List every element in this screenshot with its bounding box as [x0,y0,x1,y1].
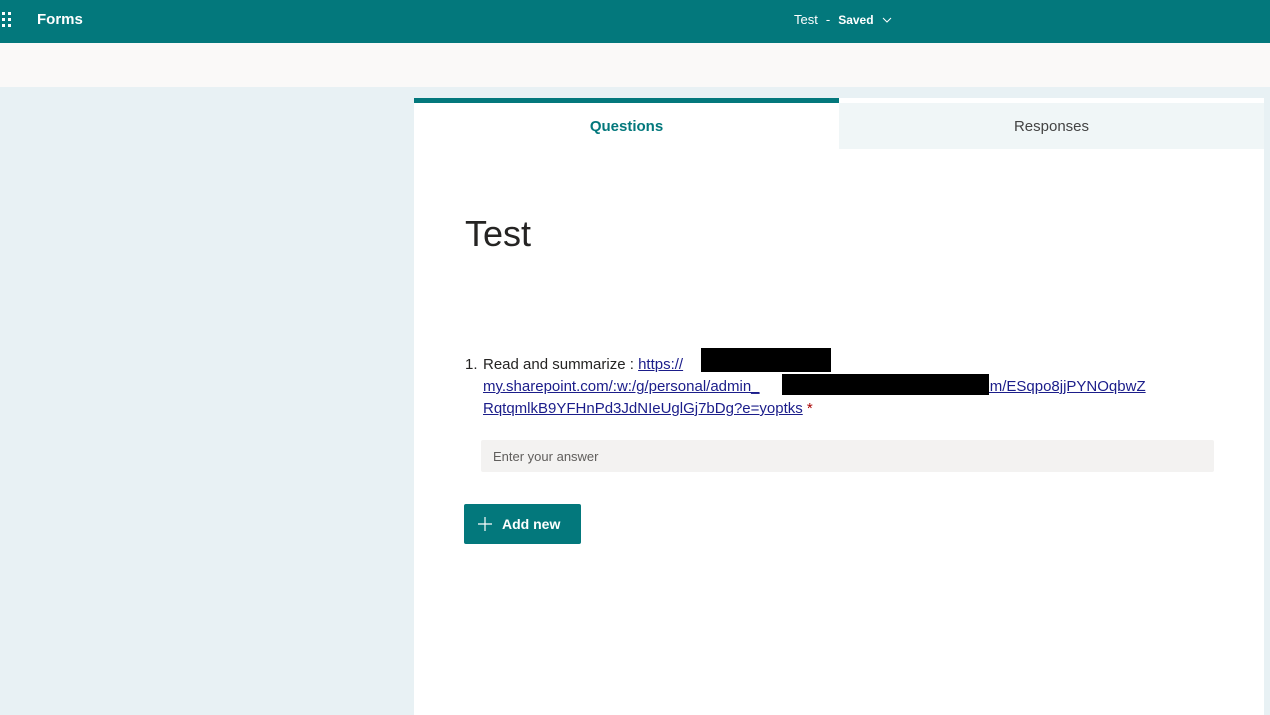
redaction-box [701,348,831,372]
add-new-label: Add new [502,516,561,532]
plus-icon [478,517,492,531]
question-prompt: Read and summarize : [483,356,639,373]
question-link-part2[interactable]: my.sharepoint.com/:w:/g/personal/admin_ [483,378,760,395]
question-number: 1. [465,356,478,373]
save-status: Saved [838,12,874,27]
waffle-icon[interactable] [2,12,14,28]
form-name: Test [794,12,818,27]
question-link-part1[interactable]: https:// [638,356,683,373]
question-link-part2-end[interactable]: _com/ESqpo8jjPYNOqbwZ [966,378,1146,395]
required-marker: * [806,400,813,417]
app-name[interactable]: Forms [37,11,83,28]
redaction-box [782,374,989,395]
form-card: Questions Responses Test 1. Read and sum… [414,98,1264,715]
add-new-button[interactable]: Add new [464,504,581,544]
chevron-down-icon [882,17,891,23]
question-link-part3[interactable]: RqtqmlkB9YFHnPd3JdNIeUglGj7bDg?e=yoptks [483,400,803,417]
top-bar: Forms Test - Saved [0,0,1270,43]
form-title-dropdown[interactable]: Test - Saved [794,12,892,27]
command-bar [0,43,1270,87]
tab-responses[interactable]: Responses [839,103,1264,149]
form-title[interactable]: Test [465,213,531,255]
answer-input[interactable] [481,440,1214,472]
tab-bar: Questions Responses [414,98,1264,149]
question-1[interactable]: 1. Read and summarize : https:// my.shar… [465,348,1205,420]
title-separator: - [825,12,831,27]
tab-questions[interactable]: Questions [414,98,839,149]
